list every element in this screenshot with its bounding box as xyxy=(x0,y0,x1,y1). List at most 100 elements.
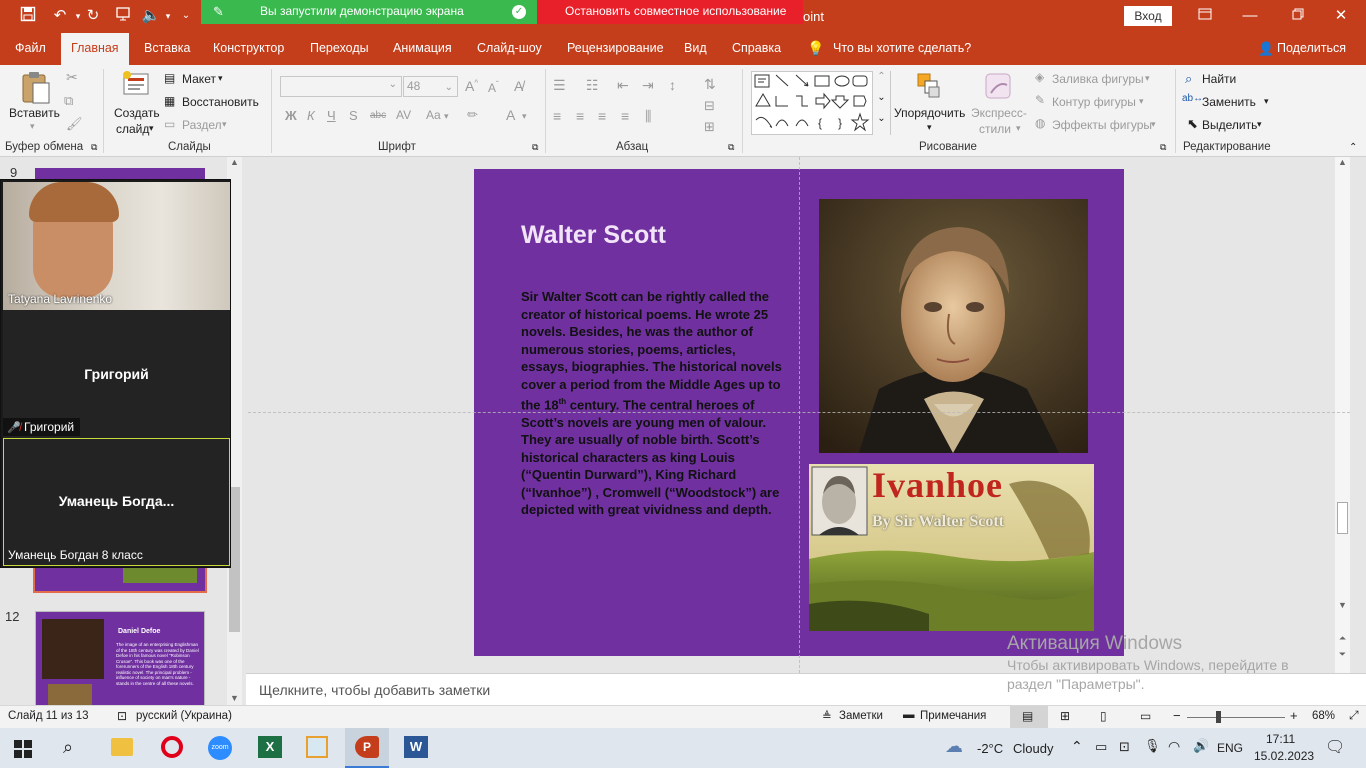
shape-outline-dropdown-icon[interactable]: ▾ xyxy=(1139,96,1144,107)
battery-icon[interactable]: ▭ xyxy=(1095,739,1107,755)
slide-sorter-icon[interactable]: ⊞ xyxy=(1060,709,1070,723)
paste-button[interactable]: Вставить xyxy=(9,106,60,120)
change-case-dropdown-icon[interactable]: ▾ xyxy=(444,111,449,122)
weather-text[interactable]: Cloudy xyxy=(1013,741,1053,756)
zoom-level[interactable]: 68% xyxy=(1312,710,1335,722)
slide-thumbnail-12[interactable]: Daniel Defoe The image of an enterprisin… xyxy=(35,611,205,707)
ivanhoe-cover-image[interactable]: Ivanhoe By Sir Walter Scott xyxy=(809,464,1094,631)
change-case-button[interactable]: Aa xyxy=(426,108,441,122)
copy-icon[interactable]: ⧉ xyxy=(64,93,73,109)
clock-date[interactable]: 15.02.2023 xyxy=(1254,749,1314,763)
previous-slide-icon[interactable]: ⏶ xyxy=(1335,633,1350,644)
font-size-combo[interactable]: 48 ⌄ xyxy=(403,76,458,97)
strikethrough-button[interactable]: abc xyxy=(370,110,386,121)
reset-button[interactable]: Восстановить xyxy=(182,95,259,109)
tab-design[interactable]: Конструктор xyxy=(213,33,284,65)
video-tile-umanets[interactable]: Уманець Богда... Уманець Богдан 8 класс xyxy=(3,438,230,566)
customize-qat-icon[interactable]: ⌄ xyxy=(176,6,196,26)
bold-button[interactable]: Ж xyxy=(285,108,297,123)
select-button[interactable]: Выделить xyxy=(1202,118,1257,132)
slideshow-view-icon[interactable]: ▭ xyxy=(1140,709,1151,723)
decrease-font-icon[interactable]: Aˇ xyxy=(488,80,499,95)
font-launcher-icon[interactable]: ⧉ xyxy=(532,142,538,153)
zoom-in-icon[interactable]: + xyxy=(1290,708,1298,723)
fit-to-window-icon[interactable]: ⤢ xyxy=(1349,708,1359,723)
stop-share-button[interactable]: Остановить совместное использование xyxy=(537,0,803,24)
line-spacing-icon[interactable]: ↕ xyxy=(669,77,676,93)
weather-temp[interactable]: -2°C xyxy=(977,741,1003,756)
tell-me-search[interactable]: Что вы хотите сделать? xyxy=(833,33,971,65)
volume-icon[interactable]: 🔊 xyxy=(1193,738,1209,754)
decrease-indent-icon[interactable]: ⇤ xyxy=(617,77,629,94)
notes-toggle-icon[interactable]: ≜ xyxy=(822,709,832,723)
language-indicator[interactable]: русский (Украина) xyxy=(136,710,232,722)
align-text-icon[interactable]: ⊟ xyxy=(704,98,715,114)
word-icon[interactable]: W xyxy=(404,736,428,758)
font-color-dropdown-icon[interactable]: ▾ xyxy=(522,111,527,122)
save-icon[interactable] xyxy=(18,6,38,26)
justify-icon[interactable]: ≡ xyxy=(621,108,629,124)
replace-button[interactable]: Заменить xyxy=(1202,95,1256,109)
shape-fill-button[interactable]: Заливка фигуры xyxy=(1052,72,1144,86)
clipboard-launcher-icon[interactable]: ⧉ xyxy=(91,142,97,153)
wifi-icon[interactable]: ◠ xyxy=(1168,738,1180,755)
paste-dropdown-icon[interactable]: ▾ xyxy=(30,121,35,132)
section-button[interactable]: Раздел xyxy=(182,118,222,132)
quick-styles-button[interactable]: Экспресс- xyxy=(971,106,1027,120)
vertical-guide[interactable] xyxy=(799,157,800,673)
security-icon[interactable]: ⊡ xyxy=(1119,739,1130,755)
scroll-down-icon[interactable]: ▼ xyxy=(1335,600,1350,610)
highlight-icon[interactable]: ✏ xyxy=(467,107,478,123)
paragraph-launcher-icon[interactable]: ⧉ xyxy=(728,142,734,153)
tab-insert[interactable]: Вставка xyxy=(144,33,190,65)
format-painter-icon[interactable]: 🖌 xyxy=(66,116,83,132)
shapes-gallery[interactable]: { } xyxy=(751,71,891,135)
scroll-down-icon[interactable]: ▼ xyxy=(227,693,242,703)
microphone-icon[interactable]: 🎙 xyxy=(1144,738,1161,754)
tab-review[interactable]: Рецензирование xyxy=(567,33,664,65)
shape-outline-button[interactable]: Контур фигуры xyxy=(1052,95,1136,109)
numbering-icon[interactable]: ☷ xyxy=(586,77,599,94)
present-from-start-icon[interactable] xyxy=(113,6,133,26)
powerpoint-taskbar-button[interactable]: P xyxy=(345,728,389,768)
tab-slideshow[interactable]: Слайд-шоу xyxy=(477,33,542,65)
scroll-up-icon[interactable]: ▲ xyxy=(227,157,242,173)
notifications-icon[interactable]: 🗨 xyxy=(1325,737,1345,757)
arrange-button[interactable]: Упорядочить xyxy=(894,106,965,120)
notes-placeholder[interactable]: Щелкните, чтобы добавить заметки xyxy=(259,682,490,698)
shape-effects-dropdown-icon[interactable]: ▾ xyxy=(1151,119,1156,130)
quick-styles-dropdown-icon[interactable]: ▾ xyxy=(1016,123,1021,134)
opera-icon[interactable] xyxy=(161,736,183,758)
smartart-icon[interactable]: ⊞ xyxy=(704,119,715,135)
tab-file[interactable]: Файл xyxy=(15,33,46,65)
drawing-launcher-icon[interactable]: ⧉ xyxy=(1160,142,1166,153)
text-direction-icon[interactable]: ⇅ xyxy=(704,76,716,93)
align-center-icon[interactable]: ≡ xyxy=(576,108,584,124)
collapse-ribbon-icon[interactable]: ⌃ xyxy=(1349,142,1357,153)
font-color-icon[interactable]: A xyxy=(506,107,515,123)
tab-transitions[interactable]: Переходы xyxy=(310,33,369,65)
quick-styles-label[interactable]: стили xyxy=(979,122,1011,136)
zoom-slider-thumb[interactable] xyxy=(1216,711,1221,723)
shape-fill-dropdown-icon[interactable]: ▾ xyxy=(1145,73,1150,84)
speaker-dropdown-icon[interactable]: ▾ xyxy=(158,6,178,26)
video-tile-tatyana[interactable]: Tatyana Lavrinenko xyxy=(3,182,230,310)
comments-icon[interactable]: ▬ xyxy=(903,709,915,721)
clock-time[interactable]: 17:11 xyxy=(1266,732,1295,746)
video-tile-grigoriy[interactable]: Григорий 🎤̸ Григорий xyxy=(3,310,230,438)
show-hidden-icons-icon[interactable]: ⌃ xyxy=(1071,738,1083,755)
login-button[interactable]: Вход xyxy=(1124,6,1172,26)
cut-icon[interactable]: ✂ xyxy=(66,69,78,86)
arrange-icon[interactable] xyxy=(915,71,943,104)
scroll-thumb[interactable] xyxy=(1337,502,1348,534)
zoom-slider[interactable] xyxy=(1187,717,1285,718)
section-dropdown-icon[interactable]: ▾ xyxy=(222,119,227,130)
underline-button[interactable]: Ч xyxy=(327,108,336,123)
tab-home[interactable]: Главная xyxy=(61,33,129,65)
slide-title[interactable]: Walter Scott xyxy=(521,221,666,250)
notes-toggle-button[interactable]: Заметки xyxy=(839,710,883,722)
select-dropdown-icon[interactable]: ▾ xyxy=(1257,119,1262,130)
ribbon-display-icon[interactable] xyxy=(1190,5,1220,27)
undo-icon[interactable]: ↶ xyxy=(50,6,70,26)
tab-help[interactable]: Справка xyxy=(732,33,781,65)
